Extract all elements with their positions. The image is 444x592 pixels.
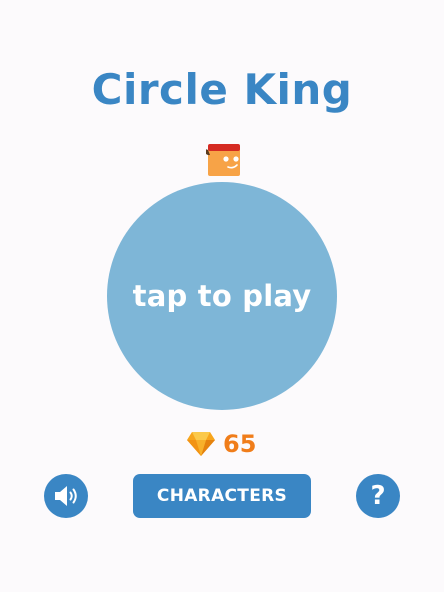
speaker-volume-icon <box>55 486 77 506</box>
gem-counter: 65 <box>186 428 256 460</box>
player-character-icon <box>206 144 240 176</box>
characters-button[interactable]: CHARACTERS <box>133 474 311 518</box>
sound-toggle-button[interactable] <box>44 474 88 518</box>
game-title: Circle King <box>91 65 353 114</box>
question-mark-icon: ? <box>370 481 386 511</box>
characters-button-label: CHARACTERS <box>156 486 288 506</box>
gem-count: 65 <box>223 430 257 458</box>
diamond-gem-icon <box>187 432 215 456</box>
help-button[interactable]: ? <box>356 474 400 518</box>
play-circle-button[interactable]: tap to play <box>107 182 337 410</box>
play-label: tap to play <box>132 279 312 313</box>
